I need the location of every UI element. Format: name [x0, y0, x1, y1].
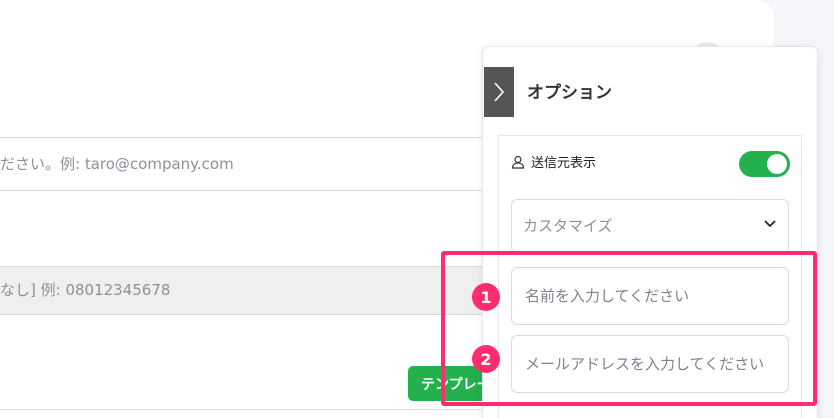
chevron-right-icon — [494, 82, 505, 102]
sender-display-label: 送信元表示 — [531, 156, 597, 171]
sender-email-input[interactable] — [511, 335, 789, 393]
callout-badge-1: 1 — [472, 283, 500, 311]
phone-field[interactable]: なし] 例: 08012345678 — [0, 266, 500, 315]
collapse-panel-button[interactable] — [484, 67, 514, 117]
customize-select-value: カスタマイズ — [523, 217, 613, 235]
panel-title: オプション — [527, 83, 612, 103]
chevron-down-icon — [764, 220, 776, 228]
sender-display-row: 送信元表示 — [511, 152, 596, 171]
user-icon — [511, 155, 525, 169]
callout-badge-2: 2 — [472, 345, 500, 373]
toggle-knob — [767, 154, 787, 174]
sender-name-input[interactable] — [511, 267, 789, 325]
divider — [0, 409, 500, 410]
email-field[interactable]: ださい。例: taro@company.com — [0, 137, 500, 191]
sender-display-toggle[interactable] — [739, 151, 790, 177]
customize-select[interactable]: カスタマイズ — [511, 199, 789, 253]
